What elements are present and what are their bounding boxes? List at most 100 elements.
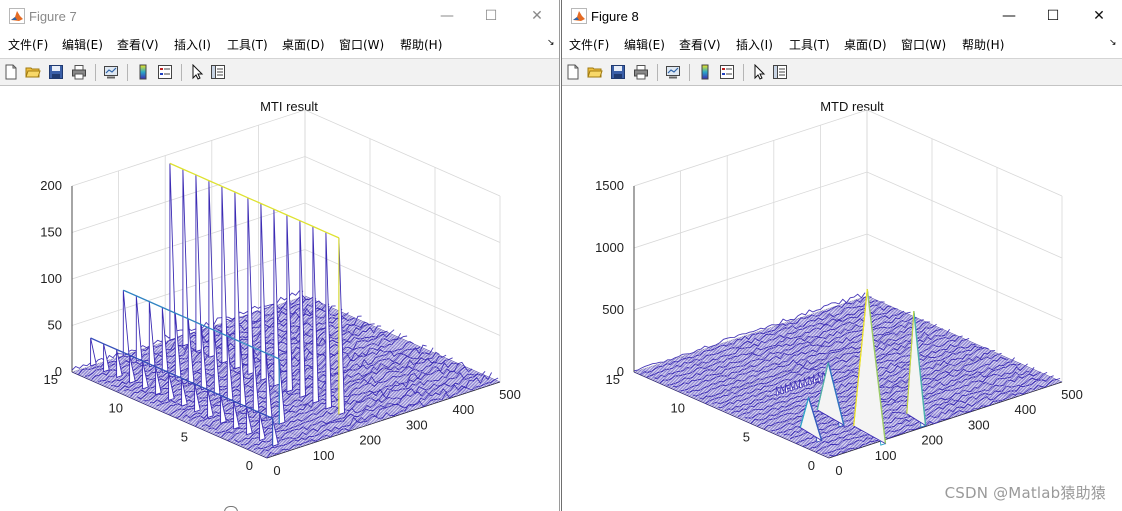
menu-bar: 文件(F) 编辑(E) 查看(V) 插入(I) 工具(T) 桌面(D) 窗口(W… [562, 35, 1122, 55]
property-inspector-icon[interactable] [772, 64, 788, 80]
print-icon[interactable] [71, 64, 87, 80]
close-button[interactable]: ✕ [523, 4, 551, 28]
menu-view[interactable]: 查看(V) [679, 36, 721, 53]
legend-icon[interactable] [719, 64, 735, 80]
property-inspector-icon[interactable] [210, 64, 226, 80]
close-button[interactable]: ✕ [1085, 4, 1113, 28]
x-tick-label: 500 [1061, 387, 1083, 402]
ridge-wall [103, 343, 110, 373]
y-tick-label: 10 [671, 401, 685, 416]
grid-line [633, 171, 1063, 259]
menu-insert[interactable]: 插入(I) [174, 36, 211, 53]
ridge-wall [286, 214, 293, 393]
maximize-button[interactable]: ☐ [1039, 4, 1067, 28]
x-tick-label: 500 [499, 387, 521, 402]
matlab-app-icon [571, 8, 587, 24]
x-tick-label: 0 [273, 463, 280, 478]
maximize-button[interactable]: ☐ [477, 4, 505, 28]
toolbar-separator [95, 64, 96, 81]
menu-file[interactable]: 文件(F) [8, 36, 48, 53]
minimize-button[interactable]: — [995, 4, 1023, 28]
menu-desktop[interactable]: 桌面(D) [282, 36, 325, 53]
window-title: Figure 7 [29, 9, 77, 24]
ridge-wall [135, 295, 143, 362]
menu-window[interactable]: 窗口(W) [339, 36, 384, 53]
edit-pointer-icon[interactable] [189, 64, 205, 80]
surface-floor [633, 292, 1063, 459]
open-folder-icon[interactable] [25, 64, 41, 80]
edit-pointer-icon[interactable] [751, 64, 767, 80]
toolbar-separator [127, 64, 128, 81]
ridge-wall [325, 232, 332, 410]
open-folder-icon[interactable] [587, 64, 603, 80]
z-tick-label: 50 [48, 318, 62, 333]
title-bar[interactable]: Figure 7 — ☐ ✕ [0, 0, 559, 32]
toolbar-separator [743, 64, 744, 81]
menu-file[interactable]: 文件(F) [569, 36, 609, 53]
x-tick-label: 0 [835, 463, 842, 478]
menu-tools[interactable]: 工具(T) [227, 36, 268, 53]
x-tick-label: 300 [968, 417, 990, 432]
mti-result-axes[interactable]: MTI result 05010015020001002003004005000… [0, 86, 558, 511]
menu-desktop[interactable]: 桌面(D) [844, 36, 887, 53]
z-tick-label: 150 [40, 225, 62, 240]
link-plot-icon[interactable] [103, 64, 119, 80]
y-tick-label: 5 [743, 429, 750, 444]
title-bar[interactable]: Figure 8 — ☐ ✕ [562, 0, 1122, 32]
plot-title: MTD result [820, 99, 884, 114]
link-plot-icon[interactable] [665, 64, 681, 80]
surface-mesh-line [633, 292, 866, 372]
menu-view[interactable]: 查看(V) [117, 36, 159, 53]
cursor-artifact [224, 506, 238, 511]
menu-edit[interactable]: 编辑(E) [624, 36, 665, 53]
ridge-wall [90, 337, 97, 367]
y-tick-label: 5 [181, 429, 188, 444]
grid-line [866, 110, 1063, 383]
z-tick-label: 100 [40, 271, 62, 286]
grid-line [633, 233, 1063, 321]
minimize-button[interactable]: — [433, 4, 461, 28]
mtd-result-axes[interactable]: MTD result 05001000150001002003004005000… [562, 86, 1121, 511]
toolbar-separator [657, 64, 658, 81]
figure-7-window: Figure 7 — ☐ ✕ 文件(F) 编辑(E) 查看(V) 插入(I) 工… [0, 0, 560, 511]
menu-help[interactable]: 帮助(H) [400, 36, 442, 53]
figure-toolbar [0, 58, 559, 86]
y-tick-label: 15 [606, 372, 620, 387]
window-title: Figure 8 [591, 9, 639, 24]
new-figure-icon[interactable] [565, 64, 581, 80]
toolbar-separator [689, 64, 690, 81]
x-tick-label: 200 [921, 433, 943, 448]
save-icon[interactable] [48, 64, 64, 80]
matlab-app-icon [9, 8, 25, 24]
print-icon[interactable] [633, 64, 649, 80]
csdn-watermark: CSDN @Matlab猿助猿 [944, 484, 1106, 502]
ridge-wall [338, 237, 345, 416]
grid-line [71, 156, 501, 243]
figure-toolbar [562, 58, 1122, 86]
menu-overflow-icon[interactable]: ↘ [547, 38, 555, 48]
x-tick-label: 100 [875, 448, 897, 463]
colorbar-icon[interactable] [697, 64, 713, 80]
y-tick-label: 15 [44, 372, 58, 387]
grid-line [633, 110, 868, 373]
menu-tools[interactable]: 工具(T) [789, 36, 830, 53]
ridge-crest [169, 162, 340, 239]
toolbar-separator [181, 64, 182, 81]
menu-insert[interactable]: 插入(I) [736, 36, 773, 53]
z-tick-label: 500 [602, 302, 624, 317]
x-tick-label: 400 [453, 402, 475, 417]
legend-icon[interactable] [157, 64, 173, 80]
ridge-wall [169, 163, 176, 341]
y-tick-label: 0 [246, 458, 253, 473]
menu-window[interactable]: 窗口(W) [901, 36, 946, 53]
ridge-wall [260, 203, 267, 381]
z-tick-label: 1000 [595, 240, 624, 255]
menu-edit[interactable]: 编辑(E) [62, 36, 103, 53]
menu-overflow-icon[interactable]: ↘ [1109, 38, 1117, 48]
menu-help[interactable]: 帮助(H) [962, 36, 1004, 53]
new-figure-icon[interactable] [3, 64, 19, 80]
menu-bar: 文件(F) 编辑(E) 查看(V) 插入(I) 工具(T) 桌面(D) 窗口(W… [0, 35, 559, 55]
save-icon[interactable] [610, 64, 626, 80]
z-tick-label: 1500 [595, 178, 624, 193]
colorbar-icon[interactable] [135, 64, 151, 80]
